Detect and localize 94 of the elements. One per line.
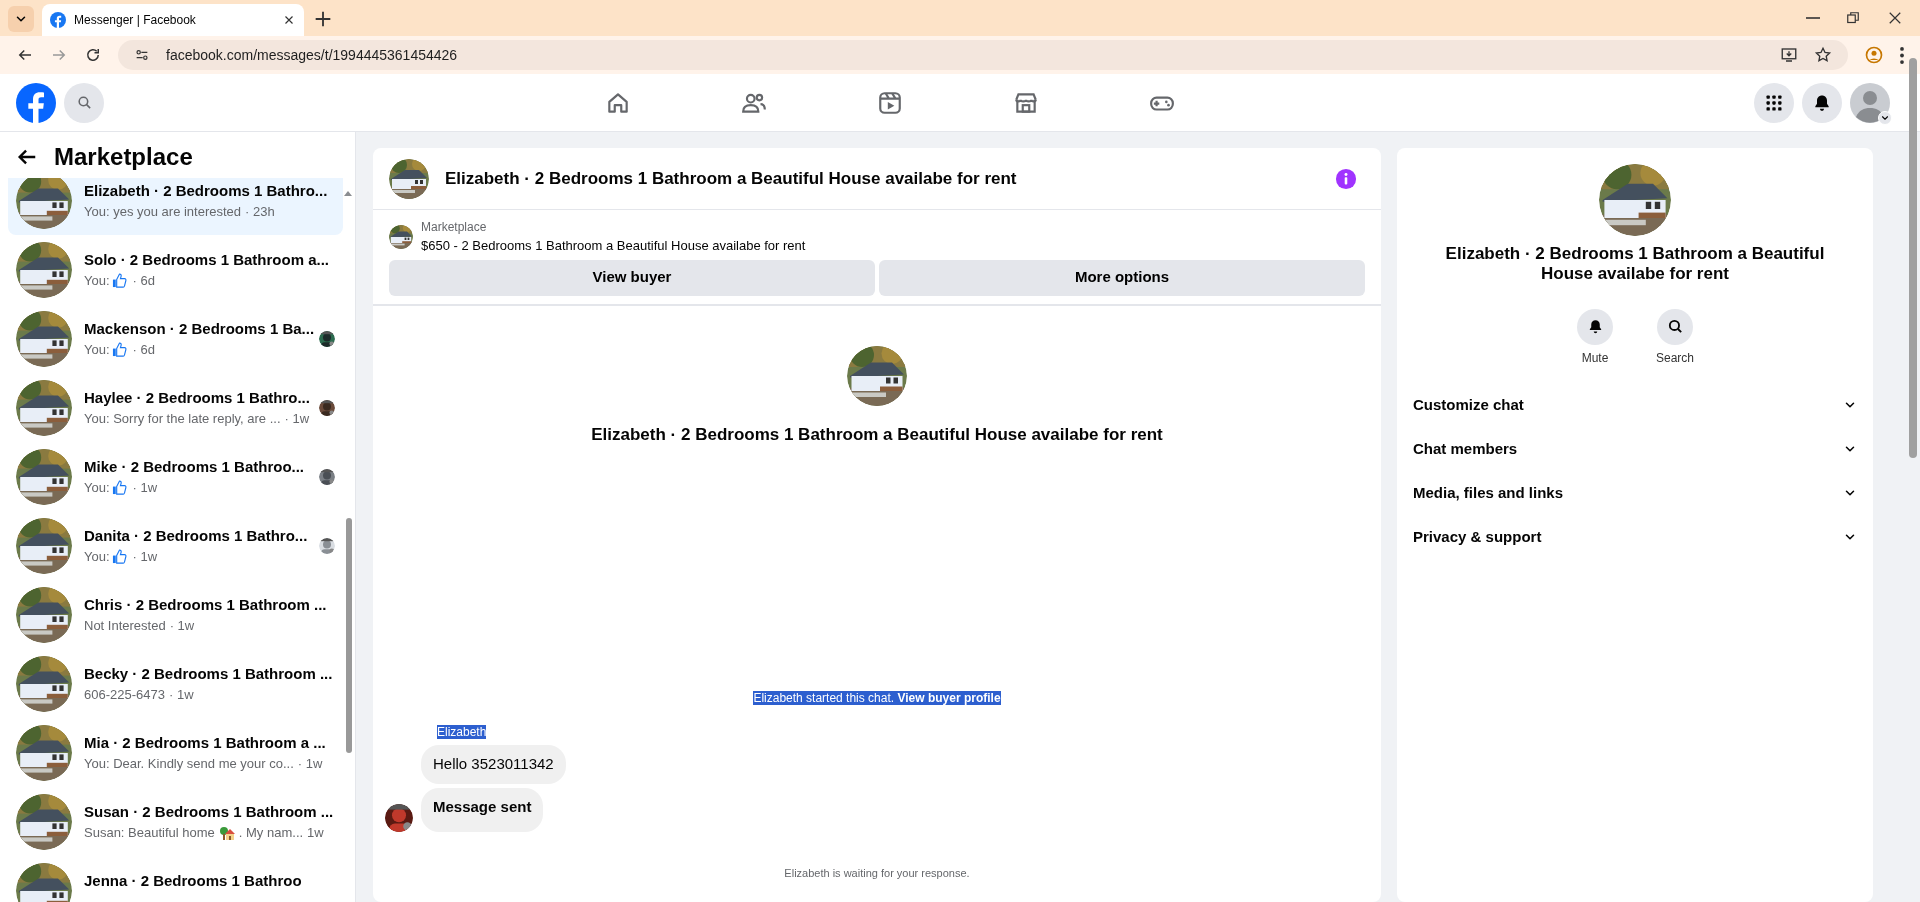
listing-label: Marketplace xyxy=(421,219,488,236)
action-button[interactable]: More options xyxy=(879,259,1365,296)
message-bubble: Message sent xyxy=(421,787,544,832)
conversation-item[interactable]: Danita · 2 Bedrooms 1 Bathro... You: · 1w xyxy=(8,511,343,580)
conversation-title: Solo · 2 Bedrooms 1 Bathroom a... xyxy=(84,249,331,270)
message-bubble: Hello 3523011342 xyxy=(421,745,566,784)
accordion-item[interactable]: Customize chat xyxy=(1413,382,1857,427)
more-menu-icon xyxy=(1900,46,1904,64)
waiting-status: Elizabeth is waiting for your response. xyxy=(784,867,970,879)
conversation-item[interactable]: Mia · 2 Bedrooms 1 Bathroom a ... You: Dear. Kindly send me your co... · 1w xyxy=(8,718,343,787)
browser-tab[interactable]: Messenger | Facebook xyxy=(42,4,304,36)
page-scrollbar-thumb[interactable] xyxy=(1909,58,1917,458)
like-icon xyxy=(111,342,127,358)
details-title: Elizabeth · 2 Bedrooms 1 Bathroom a Beautiful House availabe for rent xyxy=(1444,244,1826,285)
action-label: Search xyxy=(1656,349,1694,367)
like-icon xyxy=(111,549,127,565)
accordion-item[interactable]: Privacy & support xyxy=(1413,514,1857,559)
notifications-button[interactable] xyxy=(1802,82,1842,123)
message-preview: You: xyxy=(84,272,110,290)
message-preview: You: Dear. Kindly send me your co... xyxy=(84,755,294,773)
conversation-title: Susan · 2 Bedrooms 1 Bathroom ... xyxy=(84,801,335,822)
message-preview: You: xyxy=(84,341,110,359)
search-icon xyxy=(1666,318,1684,336)
action-label: Mute xyxy=(1581,349,1609,367)
conversation-title: Elizabeth · 2 Bedrooms 1 Bathro... xyxy=(84,180,329,201)
conversation-item[interactable]: Chris · 2 Bedrooms 1 Bathroom ... Not Interested · 1w xyxy=(8,580,343,649)
timestamp: · 1w xyxy=(169,617,195,635)
conversation-title: Haylee · 2 Bedrooms 1 Bathro... xyxy=(84,387,311,408)
scrollbar-thumb[interactable] xyxy=(346,518,352,753)
message-preview: Not Interested xyxy=(84,617,166,635)
timestamp: · 1w xyxy=(132,548,158,566)
conversation-title: Danita · 2 Bedrooms 1 Bathro... xyxy=(84,525,309,546)
listing-title: $650 - 2 Bedrooms 1 Bathroom a Beautiful House availabe for rent xyxy=(421,237,806,255)
message-preview: . My nam... xyxy=(238,824,304,842)
like-icon xyxy=(111,273,127,289)
timestamp: 1w xyxy=(307,824,324,842)
minimize-icon xyxy=(1806,17,1820,19)
profile-icon xyxy=(1864,45,1884,65)
timestamp: · 6d xyxy=(132,341,155,359)
action-button[interactable]: View buyer xyxy=(389,259,875,296)
sidebar-title: Marketplace xyxy=(54,142,193,172)
facebook-logo-icon xyxy=(16,82,56,123)
view-buyer-profile-link[interactable]: View buyer profile xyxy=(897,691,1001,705)
message-preview: You: xyxy=(84,548,110,566)
conversation-title: Jenna · 2 Bedrooms 1 Bathroo xyxy=(84,871,303,892)
reload-icon xyxy=(84,46,102,64)
conversation-item[interactable]: Becky · 2 Bedrooms 1 Bathroom ... 606-225-6473 · 1w xyxy=(8,649,343,718)
message-preview: You: yes you are interested xyxy=(84,203,242,221)
conversation-item[interactable]: Haylee · 2 Bedrooms 1 Bathro... You: Sorry for the late reply, are ... · 1w xyxy=(8,373,343,442)
search-button[interactable] xyxy=(1657,308,1693,345)
timestamp: · 23h xyxy=(245,203,275,221)
timestamp: · 1w xyxy=(132,479,158,497)
conversation-item[interactable]: Susan · 2 Bedrooms 1 Bathroom ... Susan: Beautiful home . My nam... 1w xyxy=(8,787,343,856)
sender-name: Elizabeth xyxy=(437,725,487,739)
conversation-title: Becky · 2 Bedrooms 1 Bathroom ... xyxy=(84,663,334,684)
info-button[interactable] xyxy=(1335,166,1357,191)
info-icon xyxy=(1335,168,1357,191)
message-preview: Susan: Beautiful home xyxy=(84,824,215,842)
menu-button[interactable] xyxy=(1754,82,1794,123)
message-preview: You: xyxy=(84,479,110,497)
conversation-item[interactable]: Elizabeth · 2 Bedrooms 1 Bathro... You: yes you are interested · 23h xyxy=(8,178,343,235)
conversation-title: Chris · 2 Bedrooms 1 Bathroom ... xyxy=(84,594,328,615)
search-icon xyxy=(75,94,93,111)
account-button[interactable] xyxy=(1850,82,1890,123)
conversation-title: Mackenson · 2 Bedrooms 1 Ba... xyxy=(84,318,311,339)
conversation-item[interactable]: Mike · 2 Bedrooms 1 Bathroo... You: · 1w xyxy=(8,442,343,511)
conversation-item[interactable]: Solo · 2 Bedrooms 1 Bathroom a... You: · 6d xyxy=(8,235,343,304)
message-preview: You: Sorry for the late reply, are ... xyxy=(84,410,281,428)
video-icon xyxy=(877,89,903,116)
accordion-item[interactable]: Media, files and links xyxy=(1413,470,1857,515)
tab-list-button[interactable] xyxy=(8,6,34,32)
timestamp: · 1w xyxy=(168,686,194,704)
conversation-heading: Elizabeth · 2 Bedrooms 1 Bathroom a Beautiful House availabe for rent xyxy=(591,423,1163,446)
facebook-logo-icon xyxy=(50,12,66,28)
site-settings-icon xyxy=(134,47,150,63)
timestamp: · 1w xyxy=(284,410,310,428)
house-tree-icon xyxy=(218,824,235,841)
chat-start-notice: Elizabeth started this chat. View buyer profile xyxy=(753,691,1001,705)
install-app-icon xyxy=(1780,46,1798,64)
address-bar[interactable]: facebook.com/messages/t/1994445361454426 xyxy=(118,40,1848,70)
conversation-title: Mike · 2 Bedrooms 1 Bathroo... xyxy=(84,456,306,477)
mute-button[interactable] xyxy=(1577,308,1613,345)
like-icon xyxy=(111,480,127,496)
avatar-icon xyxy=(1850,82,1890,123)
timestamp: · 6d xyxy=(132,272,155,290)
tab-title: Messenger | Facebook xyxy=(74,12,197,29)
conversation-item[interactable]: Mackenson · 2 Bedrooms 1 Ba... You: · 6d xyxy=(8,304,343,373)
message-preview: 606-225-6473 xyxy=(84,686,165,704)
chat-title: Elizabeth · 2 Bedrooms 1 Bathroom a Beautiful House availabe for rent xyxy=(445,167,1017,190)
accordion-item[interactable]: Chat members xyxy=(1413,426,1857,471)
conversation-title: Mia · 2 Bedrooms 1 Bathroom a ... xyxy=(84,732,327,753)
conversation-item[interactable]: Jenna · 2 Bedrooms 1 Bathroo xyxy=(8,856,343,902)
star-icon xyxy=(1814,46,1832,64)
timestamp: · 1w xyxy=(297,755,323,773)
